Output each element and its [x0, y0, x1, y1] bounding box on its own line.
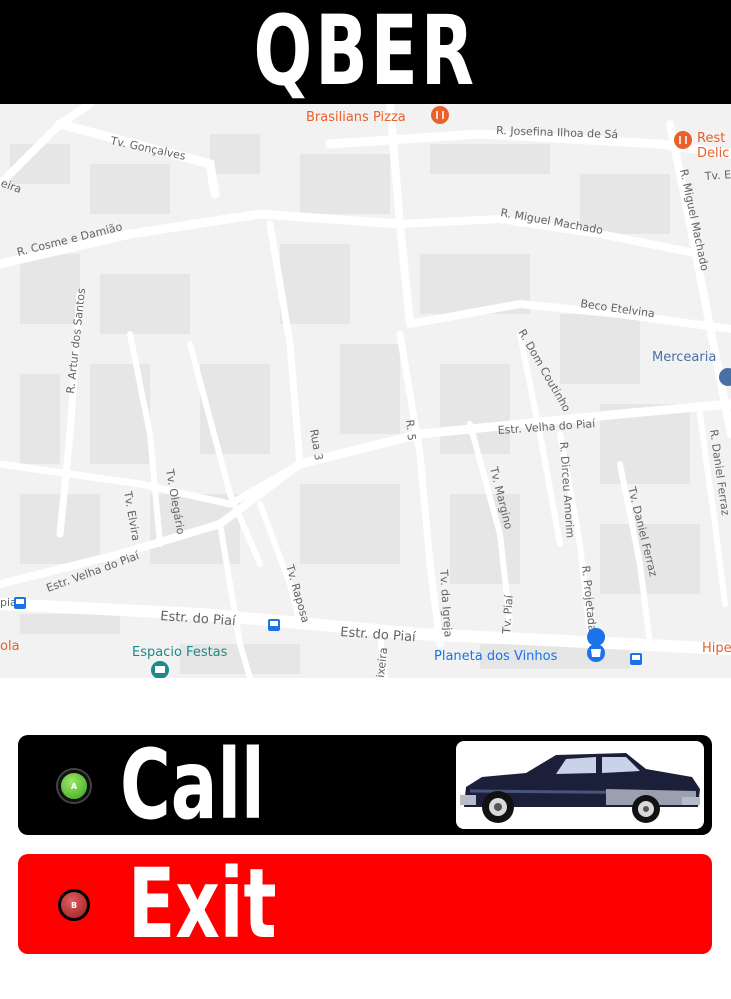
app-title: QBER — [253, 0, 478, 107]
map-canvas: Tv. Gonçalves R. Josefina Ilhoa de Sá R.… — [0, 104, 731, 678]
svg-text:Espacio Festas: Espacio Festas — [132, 645, 228, 660]
b-button-icon: B — [58, 889, 90, 921]
street-label: Tv. E — [703, 168, 731, 183]
bus-stop-icon — [268, 619, 280, 631]
svg-text:Planeta dos Vinhos: Planeta dos Vinhos — [434, 649, 558, 664]
classic-car-icon — [460, 753, 700, 823]
street-label: Tv. Piaí — [500, 594, 516, 635]
street-label: Tv. Elvira — [121, 489, 143, 542]
title-bar: QBER — [0, 0, 731, 104]
exit-label: Exit — [128, 854, 277, 954]
exit-button[interactable]: B Exit — [18, 854, 712, 954]
bus-stop-icon — [630, 653, 642, 665]
svg-text:Mercearia: Mercearia — [652, 350, 716, 365]
restaurant-pin-icon — [674, 131, 692, 149]
street-label: Rua 3 — [307, 428, 325, 461]
svg-text:Rest: Rest — [697, 131, 725, 146]
poi-brasilians-pizza[interactable]: Brasilians Pizza — [306, 106, 449, 125]
street-label: R. Dirceu Amorim — [557, 441, 577, 538]
restaurant-pin-icon — [431, 106, 449, 124]
street-label: R. 5 — [403, 419, 418, 441]
car-image — [456, 741, 704, 829]
map-view[interactable]: Tv. Gonçalves R. Josefina Ilhoa de Sá R.… — [0, 104, 731, 678]
street-label: ixeira — [374, 647, 390, 678]
bus-stop-icon — [14, 597, 26, 609]
street-label: Tv. Raposa — [283, 562, 312, 624]
poi-edge-label: ola — [0, 639, 20, 654]
call-label: Call — [120, 735, 265, 835]
call-button[interactable]: A Call — [18, 735, 712, 835]
street-label: Tv. Gonçalves — [108, 134, 187, 163]
poi-edge-label: Hipe — [702, 641, 731, 656]
svg-text:Brasilians Pizza: Brasilians Pizza — [306, 110, 406, 125]
street-label: Estr. Velha do Piaí — [497, 417, 596, 437]
svg-text:Delic: Delic — [697, 146, 729, 161]
poi-restaurant[interactable]: Rest Delic — [674, 131, 729, 161]
venue-pin-icon — [151, 661, 169, 678]
a-button-icon: A — [58, 770, 90, 802]
